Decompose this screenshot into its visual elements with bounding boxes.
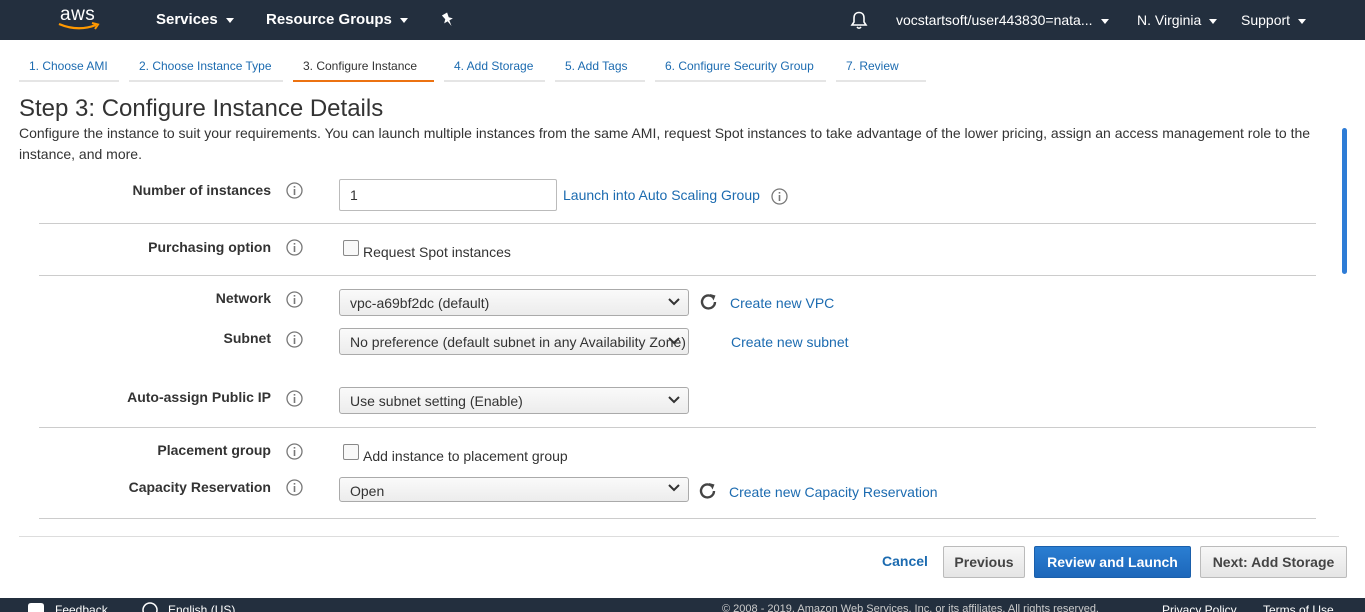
- network-select-value: vpc-a69bf2dc (default): [350, 295, 490, 311]
- auto-assign-ip-select-value: Use subnet setting (Enable): [350, 393, 523, 409]
- subnet-select[interactable]: No preference (default subnet in any Ava…: [339, 328, 689, 355]
- tab-configure-instance[interactable]: 3. Configure Instance: [293, 56, 434, 82]
- previous-button[interactable]: Previous: [943, 546, 1025, 578]
- section-divider: [39, 275, 1316, 276]
- section-divider: [39, 223, 1316, 224]
- tab-configure-security-group[interactable]: 6. Configure Security Group: [655, 56, 826, 82]
- page-description: Configure the instance to suit your requ…: [19, 125, 1311, 162]
- action-bar-divider: [19, 536, 1339, 537]
- tab-add-storage[interactable]: 4. Add Storage: [444, 56, 545, 82]
- globe-icon: [142, 602, 158, 612]
- review-and-launch-button[interactable]: Review and Launch: [1034, 546, 1191, 578]
- account-label: vocstartsoft/user443830=nata...: [896, 12, 1093, 28]
- subnet-label: Subnet: [223, 330, 271, 346]
- chevron-down-icon: [668, 484, 680, 492]
- resource-groups-label: Resource Groups: [266, 11, 392, 28]
- create-capacity-reservation-link[interactable]: Create new Capacity Reservation: [729, 484, 938, 500]
- info-icon[interactable]: [286, 390, 303, 407]
- tab-choose-ami[interactable]: 1. Choose AMI: [19, 56, 119, 82]
- language-selector[interactable]: English (US): [168, 603, 235, 612]
- chevron-down-icon: [668, 337, 680, 345]
- chevron-down-icon: [668, 298, 680, 306]
- auto-assign-ip-label: Auto-assign Public IP: [127, 389, 271, 405]
- subnet-select-value: No preference (default subnet in any Ava…: [350, 334, 686, 350]
- info-icon[interactable]: [286, 331, 303, 348]
- bell-icon[interactable]: [850, 11, 868, 30]
- info-icon[interactable]: [286, 182, 303, 199]
- chevron-down-icon: [399, 17, 408, 23]
- create-new-subnet-link[interactable]: Create new subnet: [731, 334, 849, 350]
- cancel-button[interactable]: Cancel: [872, 546, 938, 578]
- chevron-down-icon: [1209, 18, 1218, 24]
- info-icon[interactable]: [286, 443, 303, 460]
- purchasing-option-label: Purchasing option: [148, 239, 271, 255]
- tab-choose-instance-type[interactable]: 2. Choose Instance Type: [129, 56, 283, 82]
- auto-assign-ip-select[interactable]: Use subnet setting (Enable): [339, 387, 689, 414]
- feedback-icon: [28, 603, 44, 612]
- terms-of-use-link[interactable]: Terms of Use: [1263, 603, 1334, 612]
- number-of-instances-label: Number of instances: [132, 182, 271, 198]
- chevron-down-icon: [1100, 18, 1109, 24]
- network-select[interactable]: vpc-a69bf2dc (default): [339, 289, 689, 316]
- placement-group-checkbox-label[interactable]: Add instance to placement group: [363, 448, 568, 464]
- create-new-vpc-link[interactable]: Create new VPC: [730, 295, 834, 311]
- chevron-down-icon: [668, 396, 680, 404]
- scrollbar-thumb[interactable]: [1342, 128, 1347, 274]
- capacity-reservation-select[interactable]: Open: [339, 477, 689, 502]
- page-footer: Feedback English (US) © 2008 - 2019, Ama…: [0, 598, 1365, 612]
- capacity-reservation-select-value: Open: [350, 483, 385, 499]
- info-icon[interactable]: [286, 291, 303, 308]
- aws-logo[interactable]: aws: [58, 4, 104, 34]
- resource-groups-menu[interactable]: Resource Groups: [266, 0, 408, 40]
- number-of-instances-input[interactable]: [339, 179, 557, 211]
- copyright-text: © 2008 - 2019, Amazon Web Services, Inc.…: [722, 603, 1099, 612]
- pin-icon[interactable]: [440, 12, 456, 28]
- refresh-icon[interactable]: [699, 292, 719, 312]
- tab-add-tags[interactable]: 5. Add Tags: [555, 56, 645, 82]
- chevron-down-icon: [225, 17, 234, 23]
- info-icon[interactable]: [771, 188, 788, 205]
- support-menu[interactable]: Support: [1241, 0, 1307, 40]
- request-spot-label[interactable]: Request Spot instances: [363, 244, 511, 260]
- services-menu[interactable]: Services: [156, 0, 234, 40]
- chevron-down-icon: [1298, 18, 1307, 24]
- top-navigation-bar: aws Services Resource Groups vocstartsof…: [0, 0, 1365, 40]
- network-label: Network: [215, 290, 271, 306]
- launch-auto-scaling-link[interactable]: Launch into Auto Scaling Group: [563, 187, 760, 203]
- privacy-policy-link[interactable]: Privacy Policy: [1162, 603, 1237, 612]
- section-divider: [39, 427, 1316, 428]
- services-label: Services: [156, 11, 218, 28]
- tab-review[interactable]: 7. Review: [836, 56, 926, 82]
- feedback-link[interactable]: Feedback: [55, 603, 108, 612]
- refresh-icon[interactable]: [698, 481, 718, 501]
- info-icon[interactable]: [286, 479, 303, 496]
- support-label: Support: [1241, 12, 1291, 28]
- section-divider: [39, 518, 1316, 519]
- region-menu[interactable]: N. Virginia: [1137, 0, 1218, 40]
- request-spot-checkbox[interactable]: [343, 240, 359, 256]
- placement-group-label: Placement group: [157, 442, 271, 458]
- aws-smile-icon: [58, 22, 100, 30]
- info-icon[interactable]: [286, 239, 303, 256]
- account-menu[interactable]: vocstartsoft/user443830=nata...: [896, 0, 1109, 40]
- region-label: N. Virginia: [1137, 12, 1202, 28]
- capacity-reservation-label: Capacity Reservation: [128, 479, 271, 495]
- next-add-storage-button[interactable]: Next: Add Storage: [1200, 546, 1347, 578]
- page-title: Step 3: Configure Instance Details: [19, 95, 384, 122]
- placement-group-checkbox[interactable]: [343, 444, 359, 460]
